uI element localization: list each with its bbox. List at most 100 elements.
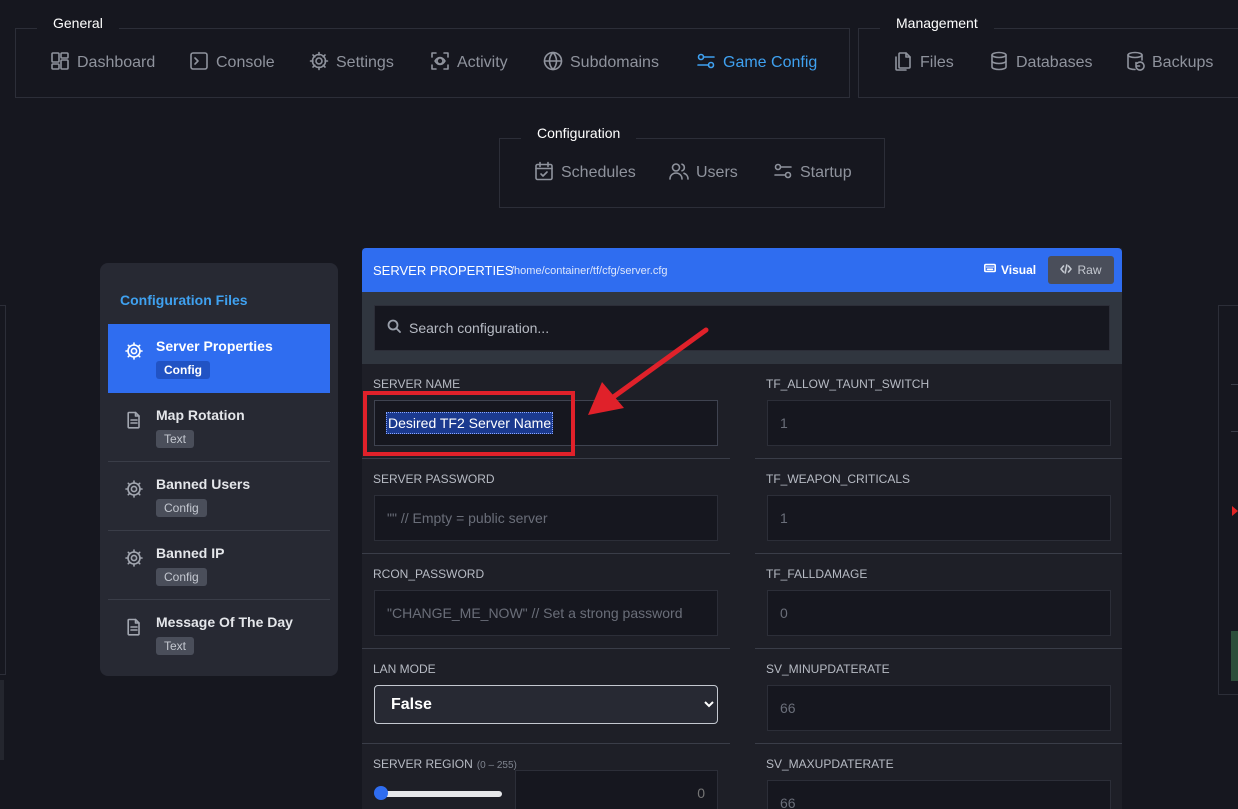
field-label: SV_MAXUPDATERATE <box>766 757 894 771</box>
nav-settings[interactable]: Settings <box>308 29 394 97</box>
file-item-name: Message Of The Day <box>156 614 293 630</box>
nav-console[interactable]: Console <box>188 29 275 97</box>
file-item-server-properties[interactable]: Server Properties Config <box>108 324 330 393</box>
field-label: SERVER NAME <box>373 377 461 391</box>
file-path: /home/container/tf/cfg/server.cfg <box>511 265 668 277</box>
gear-icon <box>124 548 144 568</box>
minupdaterate-input[interactable] <box>767 685 1111 731</box>
gear-icon <box>124 341 144 361</box>
file-type-badge: Config <box>156 568 207 586</box>
dashboard-icon <box>49 50 71 77</box>
field-rcon-password: RCON_PASSWORD <box>362 554 730 649</box>
right-edge-indicator <box>1231 631 1238 681</box>
file-item-banned-users[interactable]: Banned Users Config <box>108 462 330 531</box>
field-label: SERVER REGION (0 – 255) <box>373 757 517 771</box>
field-label: TF_ALLOW_TAUNT_SWITCH <box>766 377 930 391</box>
file-item-name: Banned Users <box>156 476 251 492</box>
file-type-badge: Config <box>156 361 210 379</box>
keyboard-icon <box>984 262 996 277</box>
nav-dashboard[interactable]: Dashboard <box>49 29 155 97</box>
visual-mode-button[interactable]: Visual <box>984 262 1036 277</box>
file-item-name: Map Rotation <box>156 407 245 423</box>
config-editor-panel: SERVER PROPERTIES /home/container/tf/cfg… <box>362 248 1122 809</box>
file-icon <box>124 617 144 637</box>
field-label: SV_MINUPDATERATE <box>766 662 890 676</box>
right-edge-panel <box>1218 305 1238 695</box>
configuration-nav-group: Configuration Schedules Users Startup <box>499 115 885 208</box>
file-type-badge: Text <box>156 430 195 448</box>
search-icon <box>387 319 401 338</box>
users-icon <box>668 160 690 187</box>
nav-game-config[interactable]: Game Config <box>695 29 817 97</box>
sliders-icon <box>772 160 794 187</box>
nav-dashboard-label: Dashboard <box>77 54 156 71</box>
nav-subdomains-label: Subdomains <box>570 54 659 71</box>
nav-users[interactable]: Users <box>668 139 738 207</box>
raw-mode-button[interactable]: Raw <box>1048 256 1114 284</box>
file-item-name: Banned IP <box>156 545 225 561</box>
search-input[interactable] <box>409 320 1089 336</box>
rcon-password-input[interactable] <box>374 590 718 636</box>
server-region-input[interactable] <box>515 770 718 809</box>
general-nav-group: General Dashboard Console Settings Activ… <box>15 5 850 98</box>
maxupdaterate-input[interactable] <box>767 780 1111 809</box>
config-files-sidebar: Configuration Files Server Properties Co… <box>100 263 338 676</box>
nav-databases[interactable]: Databases <box>988 29 1093 97</box>
server-region-slider-thumb[interactable] <box>374 786 388 800</box>
weapon-criticals-input[interactable] <box>767 495 1111 541</box>
field-server-name: SERVER NAME Desired TF2 Server Name <box>362 364 730 459</box>
file-type-badge: Text <box>156 637 195 655</box>
nav-subdomains[interactable]: Subdomains <box>542 29 659 97</box>
nav-users-label: Users <box>696 164 738 181</box>
database-icon <box>988 50 1010 77</box>
nav-settings-label: Settings <box>336 54 394 71</box>
server-name-value: Desired TF2 Server Name <box>386 412 554 434</box>
sliders-icon <box>695 50 717 77</box>
nav-backups-label: Backups <box>1152 54 1214 71</box>
field-minupdaterate: SV_MINUPDATERATE <box>755 649 1122 744</box>
server-region-label: SERVER REGION <box>373 757 473 771</box>
file-type-badge: Config <box>156 499 207 517</box>
nav-backups[interactable]: Backups <box>1124 29 1213 97</box>
server-region-slider[interactable] <box>380 791 502 797</box>
taunt-switch-input[interactable] <box>767 400 1111 446</box>
console-icon <box>188 50 210 77</box>
field-lan-mode: LAN MODE False <box>362 649 730 744</box>
file-icon <box>124 410 144 430</box>
backup-icon <box>1124 50 1146 77</box>
field-label: LAN MODE <box>373 662 436 676</box>
gear-icon <box>124 479 144 499</box>
field-falldamage: TF_FALLDAMAGE <box>755 554 1122 649</box>
field-label: TF_WEAPON_CRITICALS <box>766 472 911 486</box>
field-label: SERVER PASSWORD <box>373 472 495 486</box>
panel-header: SERVER PROPERTIES /home/container/tf/cfg… <box>362 248 1122 292</box>
activity-icon <box>429 50 451 77</box>
nav-files-label: Files <box>920 54 954 71</box>
falldamage-input[interactable] <box>767 590 1111 636</box>
config-search-bar <box>362 292 1122 364</box>
nav-files[interactable]: Files <box>892 29 954 97</box>
globe-icon <box>542 50 564 77</box>
nav-schedules[interactable]: Schedules <box>533 139 636 207</box>
range-hint: (0 – 255) <box>476 760 517 771</box>
nav-game-config-label: Game Config <box>723 54 818 71</box>
left-edge-panel <box>0 305 6 675</box>
file-item-map-rotation[interactable]: Map Rotation Text <box>108 393 330 462</box>
files-icon <box>892 50 914 77</box>
field-maxupdaterate: SV_MAXUPDATERATE <box>755 744 1122 809</box>
management-nav-group: Management Files Databases Backups <box>858 5 1238 98</box>
code-icon <box>1060 263 1073 278</box>
visual-mode-label: Visual <box>1001 262 1037 277</box>
raw-mode-label: Raw <box>1077 263 1102 277</box>
nav-schedules-label: Schedules <box>561 164 636 181</box>
file-item-banned-ip[interactable]: Banned IP Config <box>108 531 330 600</box>
right-edge-divider <box>1231 431 1238 432</box>
lan-mode-select[interactable]: False <box>374 685 718 724</box>
nav-startup[interactable]: Startup <box>772 139 852 207</box>
file-item-motd[interactable]: Message Of The Day Text <box>108 600 330 669</box>
nav-console-label: Console <box>216 54 275 71</box>
nav-activity[interactable]: Activity <box>429 29 508 97</box>
nav-activity-label: Activity <box>457 54 508 71</box>
server-password-input[interactable] <box>374 495 718 541</box>
calendar-icon <box>533 160 555 187</box>
